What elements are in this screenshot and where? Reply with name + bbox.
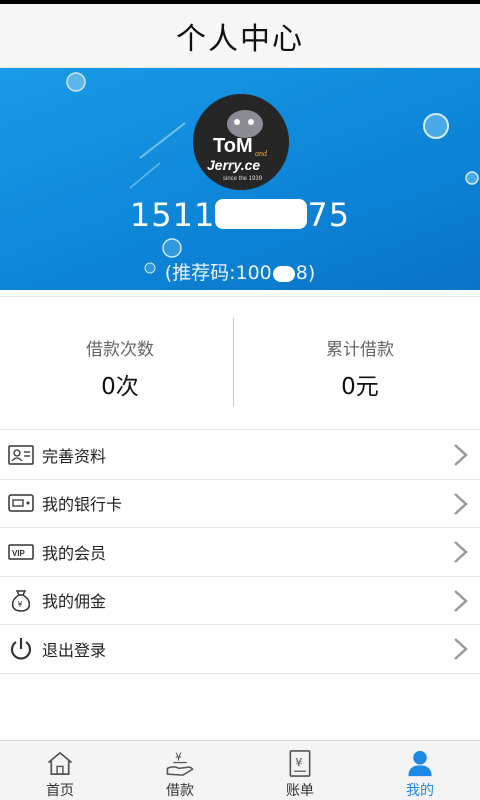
tab-home[interactable]: 首页 (0, 741, 120, 800)
id-card-icon (8, 442, 34, 468)
vip-icon: VIP (8, 539, 34, 565)
menu-item-label: 退出登录 (42, 640, 107, 660)
home-icon (47, 751, 73, 776)
stats-divider (233, 318, 234, 406)
menu-item-membership[interactable]: VIP 我的会员 (0, 528, 480, 577)
chevron-right-icon (454, 492, 468, 515)
tab-label: 首页 (46, 783, 74, 799)
referral-suffix: 8) (295, 262, 316, 284)
svg-text:¥: ¥ (175, 751, 182, 764)
menu-item-logout[interactable]: 退出登录 (0, 625, 480, 674)
bill-icon: ¥ (289, 750, 311, 777)
menu-item-bank-card[interactable]: 我的银行卡 (0, 480, 480, 528)
svg-text:since the 1939: since the 1939 (223, 176, 263, 182)
stat-value: 0次 (101, 374, 139, 400)
avatar[interactable]: ToM and Jerry.ce since the 1939 (193, 94, 289, 190)
bottom-tab-bar: 首页 ¥ 借款 ¥ 账单 我的 (0, 740, 480, 800)
loan-hand-icon: ¥ (166, 751, 194, 776)
svg-text:Jerry.ce: Jerry.ce (207, 157, 260, 173)
bank-card-icon (8, 490, 34, 516)
phone-prefix: 1511 (129, 196, 216, 234)
tab-loan[interactable]: ¥ 借款 (120, 741, 240, 800)
settings-menu: 完善资料 我的银行卡 VIP 我的会员 ¥ 我的佣金 退出登录 (0, 431, 480, 674)
menu-item-label: 完善资料 (42, 446, 107, 466)
chevron-right-icon (454, 541, 468, 563)
stat-value: 0元 (341, 374, 379, 400)
menu-item-label: 我的银行卡 (42, 495, 123, 515)
referral-mask (272, 265, 295, 282)
phone-number: 1511 75 (0, 196, 480, 234)
svg-text:¥: ¥ (18, 600, 23, 609)
stat-label: 累计借款 (326, 340, 394, 360)
user-icon (408, 750, 432, 777)
svg-text:VIP: VIP (12, 549, 26, 558)
profile-banner: ToM and Jerry.ce since the 1939 1511 75 (… (0, 68, 480, 290)
tab-label: 我的 (406, 783, 434, 799)
phone-mask (215, 199, 308, 229)
money-bag-icon: ¥ (8, 587, 34, 613)
menu-item-commission[interactable]: ¥ 我的佣金 (0, 577, 480, 625)
loan-stats: 借款次数 0次 累计借款 0元 (0, 296, 480, 430)
page-title: 个人中心 (176, 21, 304, 57)
chevron-right-icon (454, 444, 468, 466)
svg-text:ToM: ToM (213, 135, 253, 157)
tom-jerry-avatar-image: ToM and Jerry.ce since the 1939 (193, 94, 289, 190)
tab-bills[interactable]: ¥ 账单 (240, 741, 360, 800)
referral-code: (推荐码:100 8) (0, 258, 480, 285)
tab-label: 借款 (166, 783, 194, 799)
stat-loan-count: 借款次数 0次 (0, 297, 240, 429)
app-header: 个人中心 (0, 4, 480, 68)
svg-text:¥: ¥ (295, 755, 302, 769)
chevron-right-icon (454, 589, 468, 612)
menu-item-complete-profile[interactable]: 完善资料 (0, 431, 480, 480)
power-icon (8, 636, 34, 662)
tab-mine[interactable]: 我的 (360, 741, 480, 800)
phone-suffix: 75 (307, 196, 351, 234)
menu-item-label: 我的会员 (42, 543, 107, 563)
tab-label: 账单 (286, 783, 314, 799)
chevron-right-icon (454, 638, 468, 660)
stat-total-loan: 累计借款 0元 (240, 297, 480, 429)
stat-label: 借款次数 (86, 340, 154, 360)
menu-item-label: 我的佣金 (42, 592, 107, 612)
referral-prefix: (推荐码:100 (164, 262, 272, 284)
